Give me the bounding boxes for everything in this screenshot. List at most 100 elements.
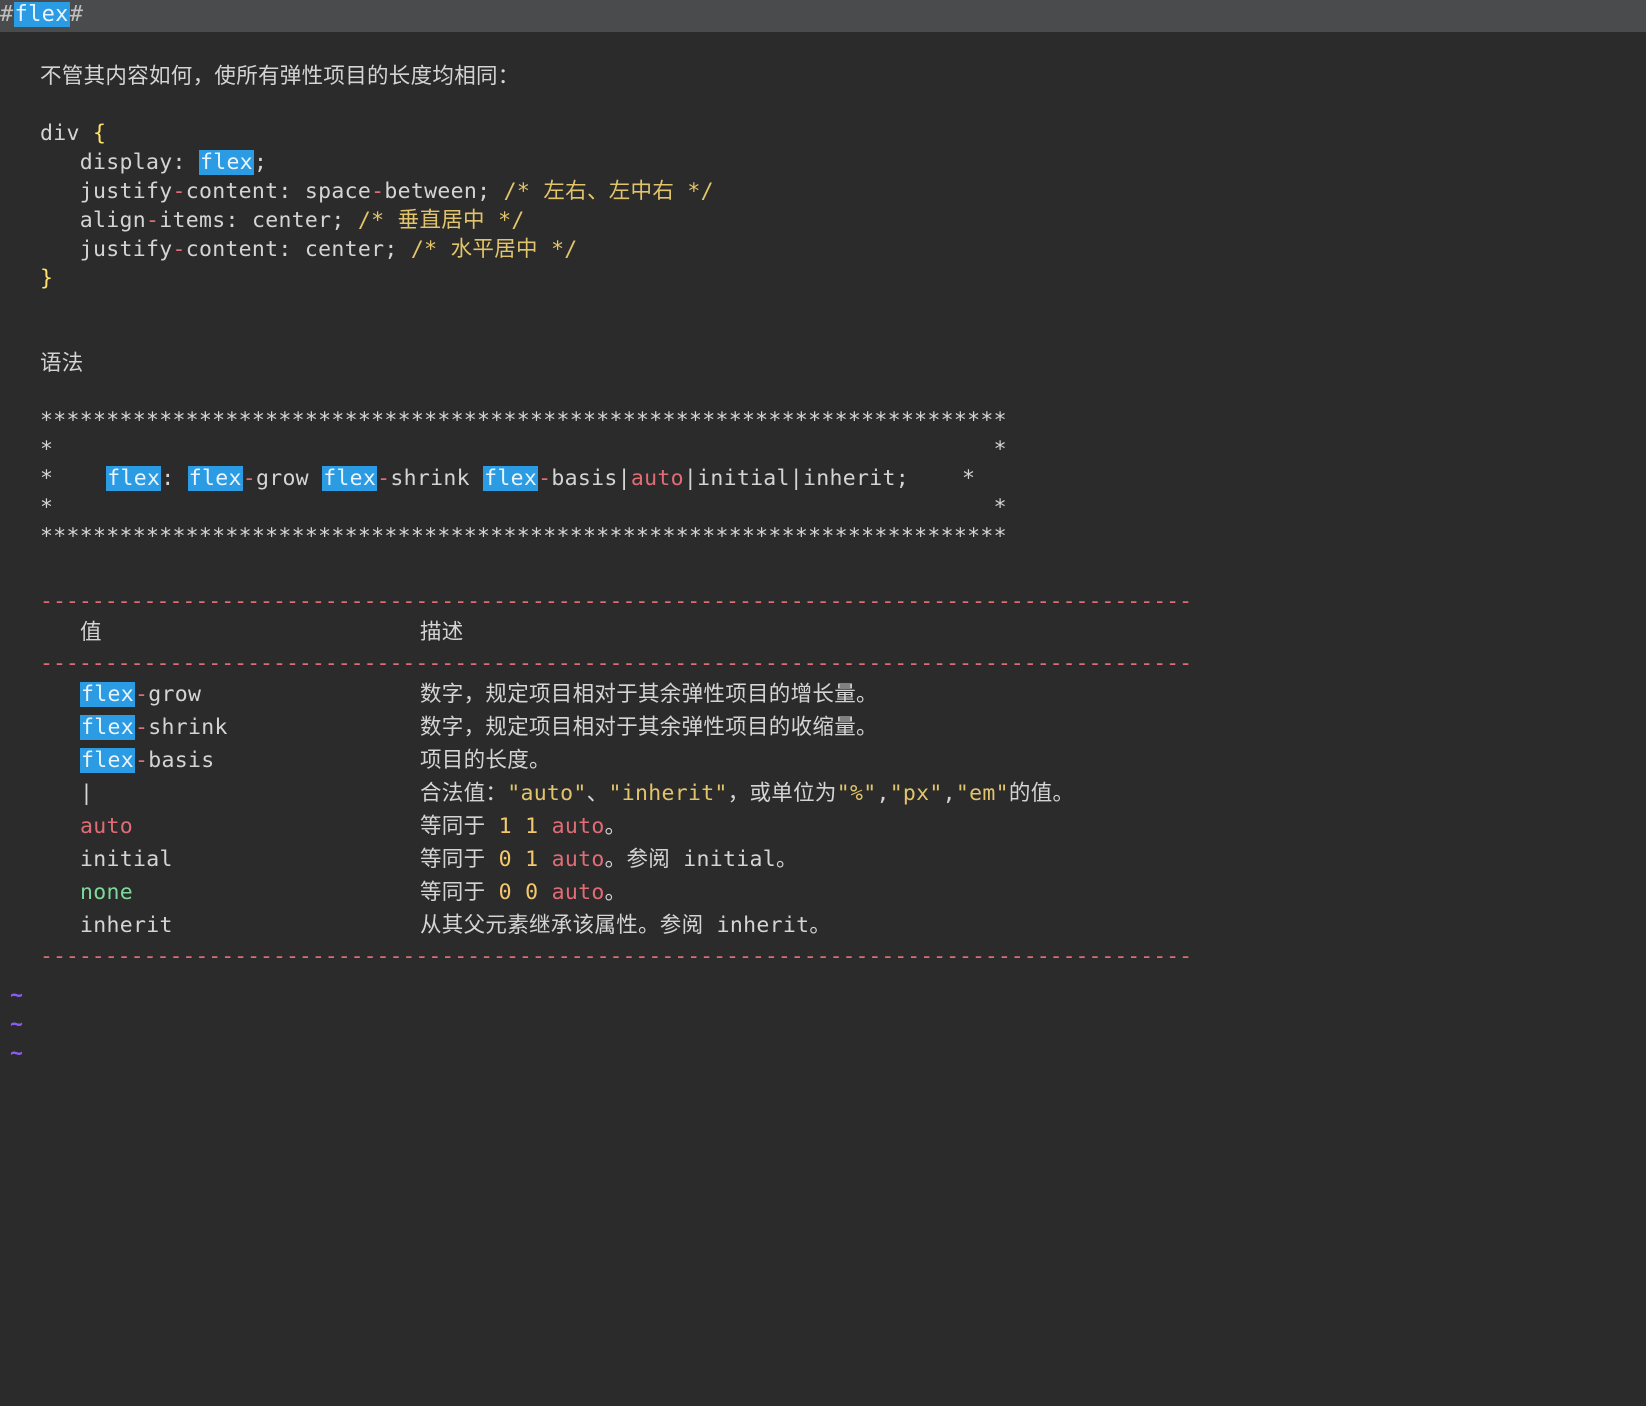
txt: 的值。 (1009, 781, 1074, 806)
val: space (305, 179, 371, 204)
cmt-txt: "auto" (507, 781, 586, 806)
val-flex: flex (199, 150, 254, 175)
semi: ; (477, 179, 490, 204)
comment: /* 水平居中 */ (411, 237, 578, 262)
table-cell-desc: 项目的长度。 (420, 746, 1560, 775)
starbox-edge: * * (40, 493, 1606, 522)
title-key: flex (14, 2, 70, 27)
table-cell-desc: 数字，规定项目相对于其余弹性项目的增长量。 (420, 680, 1560, 709)
txt (538, 847, 551, 872)
prop: align (80, 208, 146, 233)
cmt-txt: "%" (837, 781, 877, 806)
code-line: justify-content: center; /* 水平居中 */ (40, 235, 1606, 264)
txt: shrink (390, 466, 469, 491)
table-cell-key: flex-shrink (80, 713, 420, 742)
dash: - (538, 466, 551, 491)
code-line: display: flex; (40, 148, 1606, 177)
vim-tilde: ~ (0, 1039, 1646, 1068)
table-divider: ----------------------------------------… (40, 587, 1560, 616)
colon: : (161, 466, 174, 491)
starbox-syntax: * flex: flex-grow flex-shrink flex-basis… (40, 464, 1606, 493)
star: * (962, 466, 975, 491)
star: * (994, 437, 1007, 462)
txt: grow (256, 466, 309, 491)
flex-hl: flex (188, 466, 243, 491)
dash: - (243, 466, 256, 491)
txt: basis (148, 748, 214, 773)
txt (538, 880, 551, 905)
flex-hl: flex (483, 466, 538, 491)
auto-kw: auto (80, 814, 133, 839)
semi: ; (384, 237, 397, 262)
table-cell-key: initial (80, 845, 420, 874)
code-line: justify-content: space-between; /* 左右、左中… (40, 177, 1606, 206)
star: * (40, 495, 53, 520)
blank-line (40, 293, 1606, 321)
num-txt: 0 (525, 880, 538, 905)
code-line: div { (40, 119, 1606, 148)
blank-line (40, 551, 1606, 579)
txt: 等同于 (420, 847, 499, 872)
hash: # (70, 2, 84, 27)
dash: - (146, 208, 159, 233)
intro-text: 不管其内容如何，使所有弹性项目的长度均相同： (40, 62, 1606, 91)
txt: 等同于 (420, 880, 499, 905)
table-cell-key: auto (80, 812, 420, 841)
table-divider: ----------------------------------------… (40, 649, 1560, 678)
flex-hl: flex (80, 682, 135, 707)
selector: div (40, 121, 93, 146)
star: * (994, 495, 1007, 520)
star: * (40, 437, 53, 462)
dash: - (172, 237, 185, 262)
table-row: flex-shrink数字，规定项目相对于其余弹性项目的收缩量。 (40, 711, 1560, 744)
txt: 合法值： (420, 781, 507, 806)
table-cell-key: flex-basis (80, 746, 420, 775)
txt: 。 (605, 880, 627, 905)
code-line: } (40, 264, 1606, 293)
dash: - (135, 715, 148, 740)
txt: 、 (587, 781, 609, 806)
table-h2: 描述 (420, 618, 1560, 647)
cmt-txt: "em" (956, 781, 1009, 806)
brace: } (40, 266, 53, 291)
table-cell-desc: 合法值："auto"、"inherit"，或单位为"%","px","em"的值… (420, 779, 1560, 808)
table-row: flex-basis项目的长度。 (40, 744, 1560, 777)
kw-auto-txt: auto (552, 847, 605, 872)
prop: content (186, 179, 279, 204)
vim-tilde: ~ (0, 981, 1646, 1010)
txt (538, 814, 551, 839)
table-row: initial等同于 0 1 auto。参阅 initial。 (40, 843, 1560, 876)
flex-hl: flex (106, 466, 161, 491)
none-kw: none (80, 880, 133, 905)
table-h1: 值 (80, 618, 420, 647)
table-body: flex-grow数字，规定项目相对于其余弹性项目的增长量。flex-shrin… (40, 678, 1560, 942)
val: center (252, 208, 331, 233)
table-cell-key: | (80, 779, 420, 808)
num-txt: 0 (499, 880, 512, 905)
star: * (40, 466, 53, 491)
table-header: 值 描述 (40, 616, 1560, 649)
txt: grow (148, 682, 201, 707)
hash: # (0, 2, 14, 27)
dash: - (135, 682, 148, 707)
blank-line (40, 321, 1606, 349)
semi: ; (254, 150, 267, 175)
num-txt: 0 (499, 847, 512, 872)
val: center (305, 237, 384, 262)
prop: justify (80, 237, 173, 262)
txt: |initial|inherit; (684, 466, 909, 491)
val: between (384, 179, 477, 204)
table-cell-key: none (80, 878, 420, 907)
txt (512, 814, 525, 839)
table-row: inherit从其父元素继承该属性。参阅 inherit。 (40, 909, 1560, 942)
table-cell-desc: 从其父元素继承该属性。参阅 inherit。 (420, 911, 1560, 940)
comment: /* 左右、左中右 */ (504, 179, 714, 204)
semi: ; (331, 208, 344, 233)
table-row: auto等同于 1 1 auto。 (40, 810, 1560, 843)
txt: 。 (605, 814, 627, 839)
txt (512, 880, 525, 905)
flex-hl: flex (80, 715, 135, 740)
flex-hl: flex (80, 748, 135, 773)
num-txt: 1 (525, 847, 538, 872)
table-row: none等同于 0 0 auto。 (40, 876, 1560, 909)
